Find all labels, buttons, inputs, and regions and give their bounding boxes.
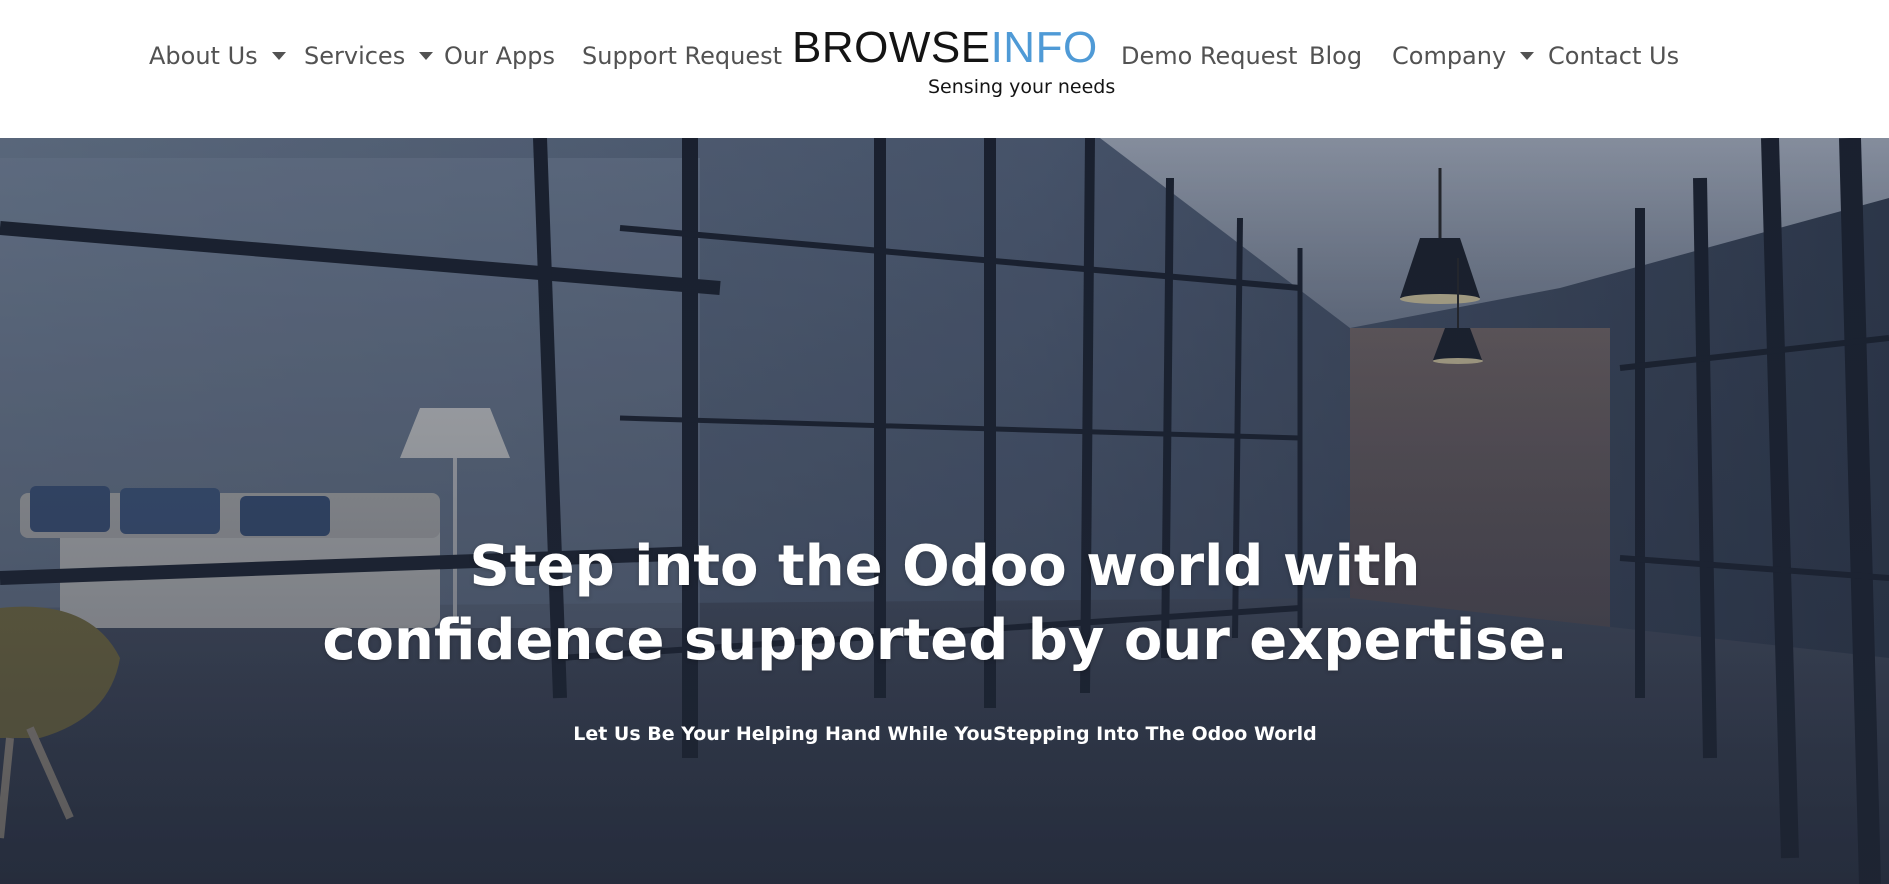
nav-demo-request[interactable]: Demo Request: [1121, 38, 1297, 74]
nav-blog-label: Blog: [1309, 42, 1363, 70]
chevron-down-icon: [419, 52, 434, 60]
logo-word-blue: INFO: [990, 23, 1098, 72]
nav-support-request-label: Support Request: [582, 42, 782, 70]
nav-about-us-label: About Us: [149, 42, 258, 70]
nav-our-apps-label: Our Apps: [444, 42, 555, 70]
logo-wordmark: BROWSE INFO: [792, 23, 1097, 72]
hero-title-line-1: Step into the Odoo world with: [469, 534, 1421, 599]
nav-company-label: Company: [1392, 42, 1507, 70]
hero-background-image: [0, 138, 1889, 884]
hero-subtitle: Let Us Be Your Helping Hand While YouSte…: [573, 723, 1317, 745]
site-header: About Us Services Our Apps Support Reque…: [0, 0, 1889, 138]
logo-tagline: Sensing your needs: [928, 76, 1116, 98]
hero-title: Step into the Odoo world with confidence…: [245, 530, 1645, 678]
nav-contact-us[interactable]: Contact Us: [1548, 38, 1679, 74]
nav-support-request[interactable]: Support Request: [582, 38, 782, 74]
chevron-down-icon: [1520, 52, 1535, 60]
nav-services[interactable]: Services: [304, 38, 434, 74]
nav-company[interactable]: Company: [1392, 38, 1535, 74]
nav-about-us[interactable]: About Us: [149, 38, 286, 74]
hero-banner: Step into the Odoo world with confidence…: [0, 138, 1889, 884]
nav-blog[interactable]: Blog: [1309, 38, 1362, 74]
nav-our-apps[interactable]: Our Apps: [444, 38, 555, 74]
nav-services-label: Services: [304, 42, 406, 70]
brand-logo[interactable]: BROWSE INFO Sensing your needs: [792, 23, 1115, 104]
nav-demo-request-label: Demo Request: [1121, 42, 1298, 70]
hero-title-line-2: confidence supported by our expertise.: [322, 608, 1568, 673]
logo-word-dark: BROWSE: [792, 23, 991, 72]
chevron-down-icon: [271, 52, 286, 60]
nav-contact-us-label: Contact Us: [1548, 42, 1680, 70]
page: About Us Services Our Apps Support Reque…: [0, 0, 1889, 884]
